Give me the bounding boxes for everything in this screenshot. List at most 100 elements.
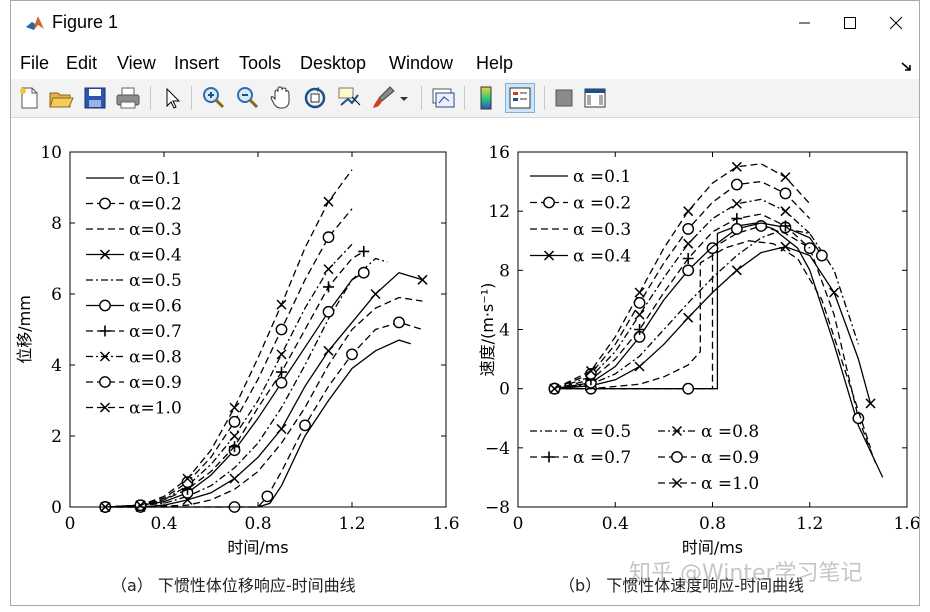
colorbar-button[interactable] (473, 85, 499, 111)
zoom-out-button[interactable] (234, 85, 260, 111)
legend-label-2: α =0.3 (573, 220, 631, 240)
toolbar-separator (191, 86, 192, 110)
series-marker-1 (261, 490, 274, 503)
data-cursor-icon (338, 87, 361, 106)
menu-view[interactable]: View (117, 53, 156, 74)
minimize-button[interactable] (781, 1, 827, 45)
select-arrow-button[interactable] (159, 85, 185, 111)
series-marker-8 (228, 415, 241, 428)
legend-label-1: α=0.2 (129, 195, 182, 215)
x-tick-label: 0 (513, 514, 524, 534)
series-marker-8 (730, 178, 743, 191)
y-tick-label: 2 (51, 427, 62, 447)
series-marker-1 (682, 382, 695, 395)
y-axis-label: 速度/(m·s⁻¹) (478, 283, 497, 377)
x-tick-label: 1.2 (338, 514, 365, 534)
menu-desktop[interactable]: Desktop (300, 53, 366, 74)
legend-button[interactable] (505, 83, 535, 113)
save-icon (84, 87, 106, 109)
series-marker-1 (299, 419, 311, 432)
menu-edit[interactable]: Edit (66, 53, 97, 74)
legend-marker-8 (671, 451, 683, 463)
series-marker-1 (852, 412, 865, 425)
x-tick-label: 0.4 (150, 514, 177, 534)
chart-b: 0 0.4 0.8 1.2 1.6−8−40481216时间/ms速度/(m·s⁻¹)α… (478, 143, 919, 557)
series-marker-3 (780, 241, 791, 252)
series-marker-5 (322, 305, 335, 318)
series-marker-7 (780, 206, 791, 217)
menu-insert[interactable]: Insert (174, 53, 219, 74)
hide-plot-tools-button[interactable] (551, 85, 577, 111)
x-tick-label: 0.8 (699, 514, 726, 534)
y-tick-label: 6 (51, 285, 62, 305)
x-tick-label: 0.4 (602, 514, 629, 534)
series-marker-9 (229, 402, 240, 413)
series-marker-5 (816, 249, 828, 262)
series-marker-8 (275, 323, 288, 336)
figure-canvas: 0 0.4 0.8 1.2 1.6 0 2 4 6 8 10 时间/ms 位移/mm α=0.1 α=0.2… (11, 118, 919, 605)
y-tick-label: −4 (485, 439, 510, 459)
y-tick-label: 16 (488, 143, 510, 163)
series-marker-3 (370, 288, 381, 300)
y-tick-label: −8 (485, 498, 510, 518)
series-marker-6 (731, 213, 743, 225)
chart-a: 0 0.4 0.8 1.2 1.6 0 2 4 6 8 10 时间/ms 位移/mm α=0.1 α=0.2… (15, 143, 460, 557)
brush-button[interactable] (370, 85, 396, 111)
open-file-icon (49, 92, 74, 108)
legend-label-8: α =0.9 (701, 448, 759, 468)
toolbar-separator (150, 86, 151, 110)
legend-label-9: α=1.0 (129, 399, 182, 419)
series-marker-5 (730, 223, 743, 235)
series-marker-8 (322, 231, 335, 244)
legend-label-7: α =0.8 (701, 422, 759, 442)
series-marker-6 (358, 245, 370, 257)
open-file-button[interactable] (48, 85, 74, 111)
series-marker-8 (682, 223, 695, 235)
maximize-icon (844, 17, 856, 29)
y-tick-label: 8 (51, 214, 62, 234)
menu-file[interactable]: File (20, 53, 49, 74)
menu-tools[interactable]: Tools (239, 53, 281, 74)
legend-label-2: α=0.3 (129, 220, 182, 240)
menu-help[interactable]: Help (476, 53, 513, 74)
new-figure-button[interactable] (16, 85, 42, 111)
menu-window[interactable]: Window (389, 53, 453, 74)
show-plot-tools-button[interactable] (582, 85, 608, 111)
close-button[interactable] (873, 1, 919, 45)
series-marker-3 (323, 345, 334, 356)
toolbar-separator (464, 86, 465, 110)
series-marker-5 (682, 264, 695, 277)
brush-dropdown-button[interactable] (397, 85, 411, 111)
maximize-button[interactable] (827, 1, 873, 45)
series-marker-1 (346, 348, 358, 361)
series-marker-3 (417, 274, 428, 285)
x-tick-label: 1.6 (893, 514, 919, 534)
zoom-in-button[interactable] (200, 85, 226, 111)
legend-marker-6 (543, 451, 555, 463)
window-title: Figure 1 (52, 12, 119, 32)
series-marker-7 (634, 309, 645, 320)
series-marker-9 (683, 206, 694, 217)
series-marker-7 (229, 430, 240, 442)
print-button[interactable] (115, 85, 141, 111)
link-plot-button[interactable] (430, 85, 456, 111)
matlab-icon (25, 13, 45, 33)
series-marker-9 (780, 172, 791, 183)
legend-icon (509, 87, 531, 109)
y-tick-label: 4 (51, 356, 62, 376)
pan-button[interactable] (268, 85, 294, 111)
legend-label-3: α=0.4 (129, 246, 182, 266)
save-button[interactable] (82, 85, 108, 111)
series-marker-3 (634, 361, 645, 372)
colorbar-icon (480, 86, 492, 110)
data-cursor-button[interactable] (336, 85, 362, 111)
dock-arrow-icon[interactable] (901, 61, 913, 73)
series-marker-3 (683, 312, 694, 323)
legend-label-3: α =0.4 (573, 247, 631, 267)
x-tick-label: 0.8 (244, 514, 271, 534)
series-marker-3 (276, 423, 287, 434)
x-tick-label: 0 (65, 514, 76, 534)
rotate-3d-button[interactable] (302, 85, 328, 111)
y-tick-label: 4 (499, 321, 510, 341)
figure-window: Figure 1 File Edit View Insert Tools Des… (10, 0, 920, 606)
